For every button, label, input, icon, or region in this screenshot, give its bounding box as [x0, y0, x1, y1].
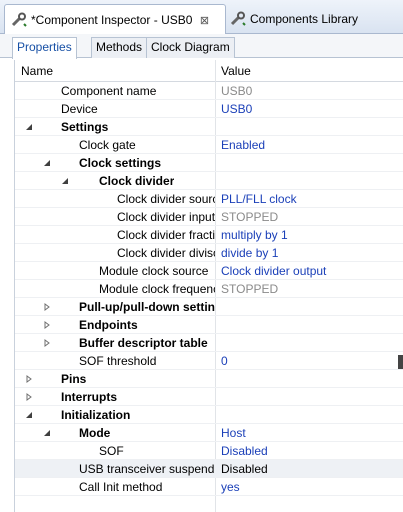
property-group-row[interactable]: Pull-up/pull-down settings [15, 298, 403, 316]
property-name: SOF [99, 444, 124, 458]
property-value[interactable]: Host [221, 426, 399, 440]
property-name: Endpoints [79, 318, 138, 332]
tab-label: Components Library [250, 12, 359, 26]
property-group-row[interactable]: Buffer descriptor table [15, 334, 403, 352]
property-group-row[interactable]: Initialization [15, 406, 403, 424]
property-value[interactable]: Disabled [221, 462, 399, 476]
property-name: Settings [61, 120, 109, 134]
close-icon[interactable]: ⊠ [198, 14, 210, 27]
expand-icon[interactable] [25, 375, 33, 383]
property-value[interactable]: PLL/FLL clock [221, 192, 399, 206]
property-name: Module clock source [99, 264, 209, 278]
property-name: Clock divider fraction [117, 228, 215, 242]
grid-header: Name Value [15, 60, 403, 82]
property-value[interactable]: Enabled [221, 138, 399, 152]
property-row[interactable]: Component name USB0 [15, 82, 403, 100]
property-row[interactable]: Device USB0 [15, 100, 403, 118]
property-value[interactable]: 0 [221, 354, 399, 368]
collapse-icon[interactable] [25, 123, 33, 131]
property-value: STOPPED [221, 282, 279, 296]
property-name: Mode [79, 426, 111, 440]
property-value: STOPPED [221, 210, 279, 224]
property-name: Clock divider [99, 174, 175, 188]
property-name: Initialization [61, 408, 131, 422]
tab-components-library[interactable]: Components Library [226, 4, 403, 34]
property-value[interactable]: divide by 1 [221, 246, 399, 260]
property-value[interactable]: Clock divider output [221, 264, 399, 278]
tab-clock-diagram[interactable]: Clock Diagram [146, 37, 235, 58]
property-value[interactable]: USB0 [221, 102, 399, 116]
property-name: Clock divider input frequency [117, 210, 215, 224]
property-group-row[interactable]: Mode Host [15, 424, 403, 442]
property-name: Buffer descriptor table [79, 336, 208, 350]
expand-icon[interactable] [43, 321, 51, 329]
collapse-icon[interactable] [43, 429, 51, 437]
property-name: Interrupts [61, 390, 118, 404]
property-name: Module clock frequency [99, 282, 215, 296]
view-tab-bar: Properties Methods Clock Diagram [0, 34, 403, 59]
property-name: Clock settings [79, 156, 162, 170]
property-row[interactable]: Clock divider source PLL/FLL clock [15, 190, 403, 208]
tab-component-inspector[interactable]: *Component Inspector - USB0 ⊠ [4, 4, 226, 35]
wrench-icon [11, 12, 27, 28]
property-name: Component name [61, 84, 157, 98]
property-row-selected[interactable]: USB transceiver suspend state Disabled [15, 460, 403, 478]
property-value: USB0 [221, 84, 253, 98]
column-header-name[interactable]: Name [21, 64, 53, 78]
property-name: USB transceiver suspend state [79, 462, 215, 476]
property-row[interactable]: Module clock frequency STOPPED [15, 280, 403, 298]
property-name: Device [61, 102, 98, 116]
property-name: Call Init method [79, 480, 163, 494]
property-row[interactable]: Clock divider input frequency STOPPED [15, 208, 403, 226]
property-row[interactable]: Module clock source Clock divider output [15, 262, 403, 280]
property-value[interactable]: Disabled [221, 444, 399, 458]
expand-icon[interactable] [43, 303, 51, 311]
property-row[interactable]: Clock divider fraction multiply by 1 [15, 226, 403, 244]
property-grid: Name Value Component name USB0 Device US… [14, 60, 403, 512]
property-name: Clock divider source [117, 192, 215, 206]
column-header-value[interactable]: Value [221, 64, 251, 78]
editor-tab-strip: *Component Inspector - USB0 ⊠ Components… [0, 0, 403, 35]
property-name: Pull-up/pull-down settings [79, 300, 215, 314]
property-value[interactable]: multiply by 1 [221, 228, 399, 242]
collapse-icon[interactable] [25, 411, 33, 419]
property-row[interactable]: Clock divider divisor divide by 1 [15, 244, 403, 262]
property-row[interactable]: Clock gate Enabled [15, 136, 403, 154]
property-name: SOF threshold [79, 354, 157, 368]
property-name: Clock divider divisor [117, 246, 215, 260]
tab-methods[interactable]: Methods [91, 37, 148, 58]
property-group-row[interactable]: Endpoints [15, 316, 403, 334]
expand-icon[interactable] [43, 339, 51, 347]
property-group-row[interactable]: Pins [15, 370, 403, 388]
property-group-row[interactable]: Settings [15, 118, 403, 136]
property-row[interactable]: Call Init method yes [15, 478, 403, 496]
collapse-icon[interactable] [43, 159, 51, 167]
expand-icon[interactable] [25, 393, 33, 401]
property-name: Clock gate [79, 138, 136, 152]
property-group-row[interactable]: Clock settings [15, 154, 403, 172]
property-row[interactable]: SOF Disabled [15, 442, 403, 460]
tab-properties[interactable]: Properties [12, 37, 77, 59]
collapse-icon[interactable] [61, 177, 69, 185]
property-name: Pins [61, 372, 87, 386]
tab-label: *Component Inspector - USB0 [31, 13, 193, 27]
wrench-icon [230, 11, 246, 27]
property-group-row[interactable]: Clock divider [15, 172, 403, 190]
property-value[interactable]: yes [221, 480, 399, 494]
property-row[interactable]: SOF threshold 0 [15, 352, 403, 370]
property-group-row[interactable]: Interrupts [15, 388, 403, 406]
value-spinner-handle[interactable] [398, 355, 403, 369]
